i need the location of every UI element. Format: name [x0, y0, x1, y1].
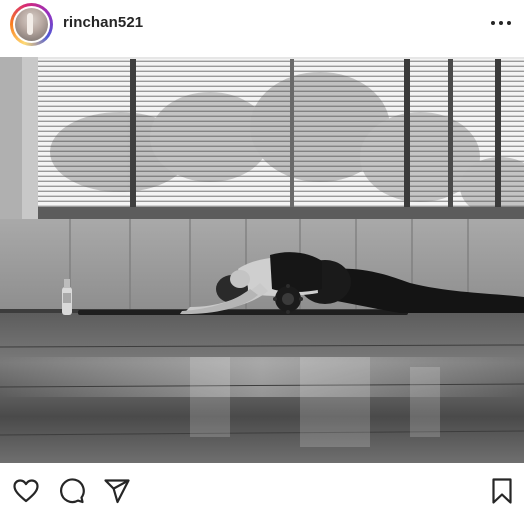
- username[interactable]: rinchan521: [63, 14, 143, 31]
- bookmark-icon[interactable]: [488, 477, 516, 505]
- post-header: rinchan521: [0, 0, 524, 50]
- more-options-icon[interactable]: [488, 13, 514, 33]
- avatar[interactable]: [10, 3, 53, 46]
- yoga-photo-illustration: [0, 57, 524, 463]
- avatar-image: [13, 6, 50, 43]
- post-photo[interactable]: [0, 57, 524, 463]
- send-icon[interactable]: [103, 477, 131, 505]
- comment-icon[interactable]: [57, 477, 85, 505]
- post-actions: [0, 463, 524, 508]
- heart-icon[interactable]: [12, 477, 40, 505]
